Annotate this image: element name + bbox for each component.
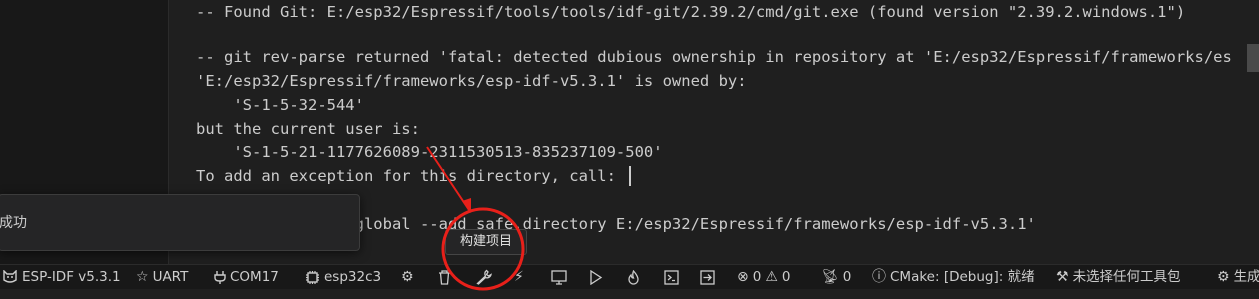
ports-count: 0 xyxy=(842,269,852,285)
star-icon: ☆ xyxy=(136,269,149,285)
warning-count: 0 xyxy=(781,269,791,285)
error-icon: ⊗ xyxy=(737,269,749,285)
notification-toast: 成功 xyxy=(0,194,360,251)
debug-play-icon xyxy=(590,269,603,285)
gear-icon: ⚙ xyxy=(401,269,414,285)
terminal-cursor xyxy=(629,166,631,186)
monitor-button[interactable] xyxy=(551,265,567,289)
build-tooltip: 构建项目 xyxy=(445,229,527,255)
flash-button[interactable]: ⚡ xyxy=(514,265,524,289)
problems-item[interactable]: ⊗ 0 ⚠ 0 xyxy=(737,265,790,289)
status-bar: ESP-IDF v5.3.1 ☆ UART COM17 esp32c3 ⚙ ⚡ xyxy=(0,264,1259,289)
kit-label: 未选择任何工具包 xyxy=(1072,269,1181,285)
warning-icon: ⚠ xyxy=(765,269,778,285)
port-label: COM17 xyxy=(230,269,279,285)
enter-box-icon xyxy=(700,269,715,285)
target-item[interactable]: esp32c3 xyxy=(305,265,381,289)
idf-version-label: ESP-IDF v5.3.1 xyxy=(22,269,121,285)
idf-version-item[interactable]: ESP-IDF v5.3.1 xyxy=(2,265,121,289)
target-label: esp32c3 xyxy=(324,269,382,285)
toast-message: 成功 xyxy=(0,215,27,231)
monitor-icon xyxy=(551,269,567,285)
terminal-scrollbar[interactable] xyxy=(1247,44,1259,72)
terminal-button[interactable] xyxy=(664,265,679,289)
port-item[interactable]: COM17 xyxy=(214,265,279,289)
wrench-icon xyxy=(476,269,492,285)
gear-icon: ⚙ xyxy=(1217,269,1230,285)
lightning-icon: ⚡ xyxy=(514,269,524,285)
debug-button[interactable] xyxy=(589,265,605,289)
uart-item[interactable]: ☆ UART xyxy=(136,265,188,289)
terminal-icon xyxy=(664,269,679,285)
terminal-line: 'E:/esp32/Espressif/frameworks/esp-idf-v… xyxy=(196,72,747,90)
ports-item[interactable]: 📡︎ 0 xyxy=(821,265,851,289)
tools-icon: ⚒ xyxy=(1056,269,1069,285)
flame-icon xyxy=(628,269,639,285)
bottom-strip xyxy=(0,289,1259,299)
terminal-line: but the current user is: xyxy=(196,120,420,138)
trash-icon xyxy=(439,269,450,285)
info-icon: ⓘ xyxy=(872,269,886,285)
kit-item[interactable]: ⚒ 未选择任何工具包 xyxy=(1056,265,1181,289)
plug-icon xyxy=(214,271,226,284)
uart-label: UART xyxy=(152,269,189,285)
terminal-line: -- Found Git: E:/esp32/Espressif/tools/t… xyxy=(196,3,1186,21)
clean-button[interactable] xyxy=(438,265,451,289)
chip-icon xyxy=(306,270,319,284)
config-button[interactable]: ⚙ xyxy=(401,265,414,289)
broadcast-icon: 📡︎ xyxy=(821,269,839,285)
build-target-label: 生成 xyxy=(1233,269,1259,285)
cmake-status-label: CMake: [Debug]: 就绪 xyxy=(890,269,1035,285)
cat-icon xyxy=(3,270,17,283)
terminal-line: 'S-1-5-32-544' xyxy=(196,96,364,114)
build-flash-monitor-button[interactable] xyxy=(627,265,640,289)
build-target-item[interactable]: ⚙ 生成 xyxy=(1217,265,1259,289)
terminal-line: To add an exception for this directory, … xyxy=(196,167,616,185)
error-count: 0 xyxy=(752,269,762,285)
cmake-status-item[interactable]: ⓘ CMake: [Debug]: 就绪 xyxy=(872,265,1035,289)
run-task-button[interactable] xyxy=(700,265,715,289)
build-button[interactable] xyxy=(476,265,492,289)
terminal-line: -- git rev-parse returned 'fatal: detect… xyxy=(196,48,1232,66)
terminal-line: 'S-1-5-21-1177626089-2311530513-83523710… xyxy=(196,143,663,161)
